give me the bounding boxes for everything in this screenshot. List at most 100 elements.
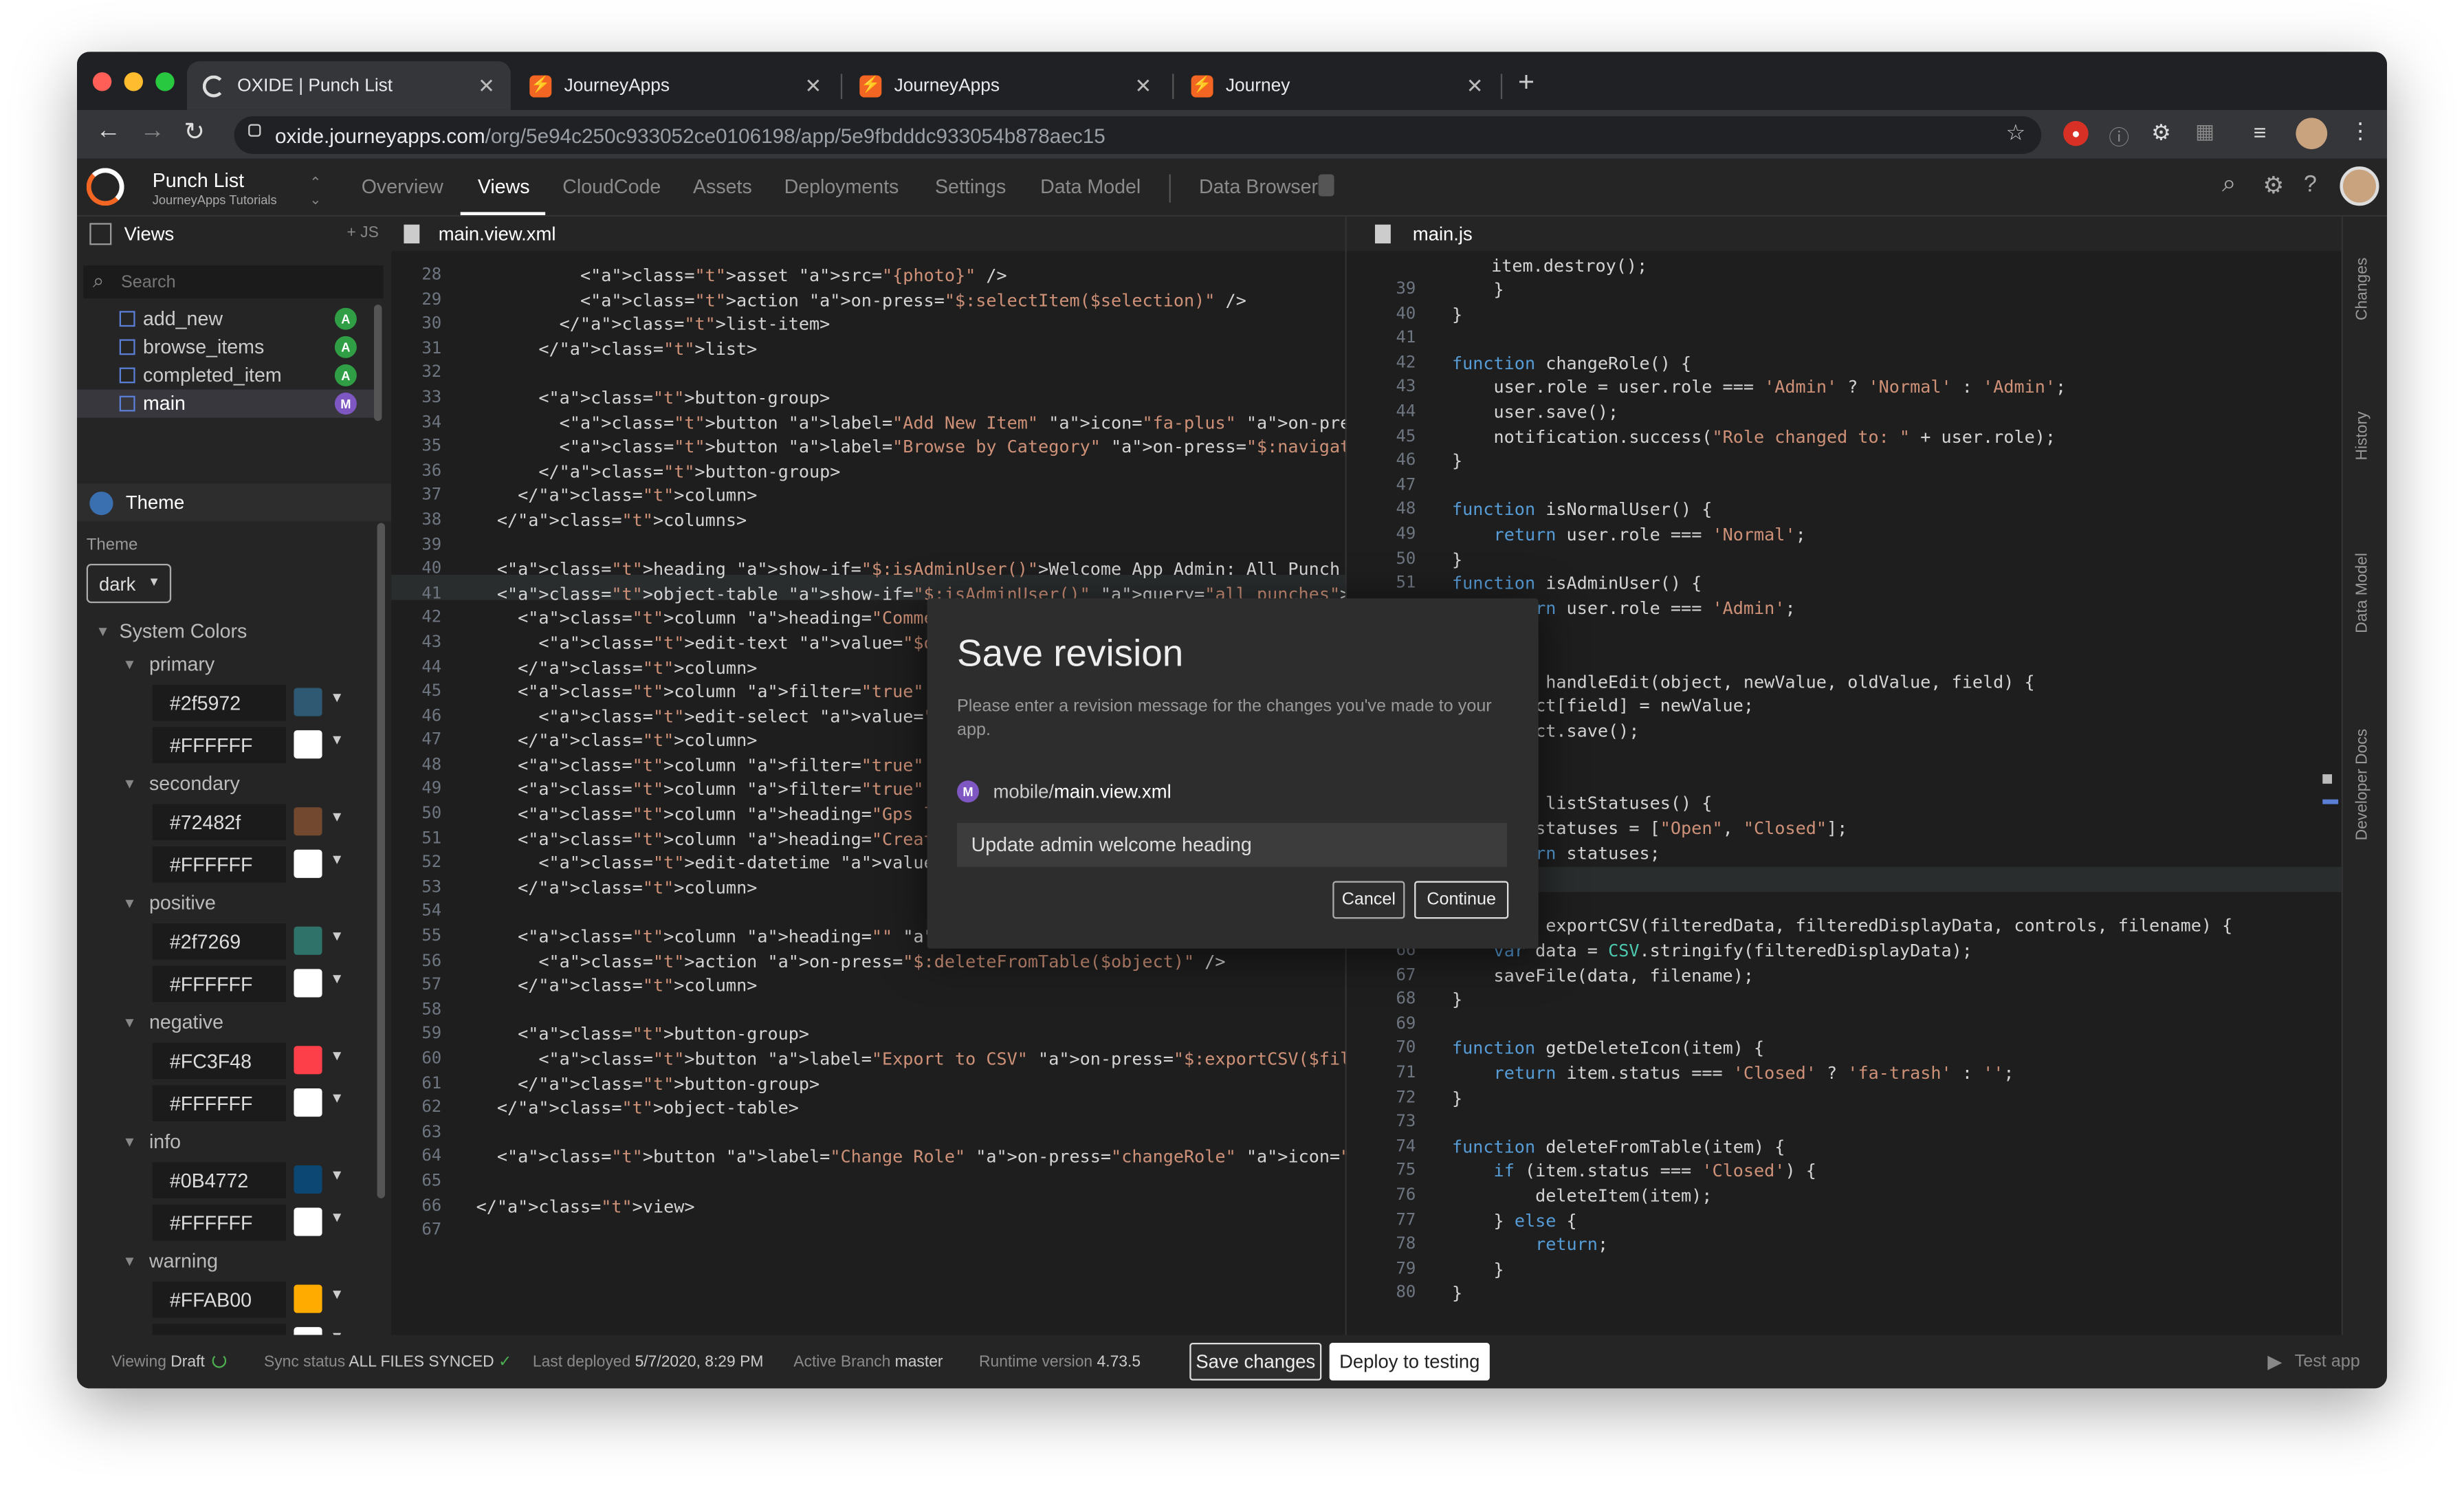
extension-info-icon[interactable]: ⓘ bbox=[2109, 121, 2129, 151]
help-icon[interactable]: ? bbox=[2304, 171, 2317, 198]
views-search-input[interactable]: ⌕ Search bbox=[83, 265, 384, 298]
view-item-main[interactable]: main M bbox=[76, 389, 376, 418]
chevron-down-icon[interactable]: ▼ bbox=[330, 1209, 344, 1225]
changes-panel-toggle[interactable]: Changes bbox=[2354, 258, 2371, 320]
color-hex-field[interactable]: #2f7269 bbox=[152, 923, 286, 960]
color-swatch[interactable] bbox=[294, 969, 322, 998]
nav-views[interactable]: Views bbox=[478, 176, 530, 198]
minimize-window-button[interactable] bbox=[124, 72, 143, 91]
deploy-to-testing-button[interactable]: Deploy to testing bbox=[1329, 1342, 1490, 1381]
app-switcher-chevron-icon[interactable]: ⌃ ⌄ bbox=[309, 175, 321, 209]
color-hex-field[interactable]: #FFAB00 bbox=[152, 1281, 286, 1318]
revision-message-input[interactable]: Update admin welcome heading bbox=[956, 822, 1507, 867]
view-item-completed-item[interactable]: completed_item A bbox=[77, 361, 375, 389]
nav-deployments[interactable]: Deployments bbox=[784, 176, 899, 198]
user-avatar[interactable] bbox=[2340, 166, 2379, 206]
chevron-down-icon[interactable]: ▼ bbox=[330, 971, 344, 987]
theme-section-header[interactable]: Theme bbox=[76, 483, 392, 522]
media-queue-icon[interactable]: ≡ bbox=[2254, 120, 2267, 145]
nav-settings[interactable]: Settings bbox=[935, 176, 1006, 198]
color-hex-field[interactable]: #FFFFFF bbox=[152, 1204, 286, 1241]
browser-tab-journeyapps-1[interactable]: ⚡ JourneyApps ✕ bbox=[514, 61, 837, 110]
close-tab-icon[interactable]: ✕ bbox=[1466, 73, 1484, 98]
color-group-info[interactable]: ▼ info bbox=[77, 1124, 369, 1159]
cancel-button[interactable]: Cancel bbox=[1332, 881, 1405, 919]
chevron-down-icon[interactable]: ▼ bbox=[330, 732, 344, 747]
save-changes-button[interactable]: Save changes bbox=[1189, 1342, 1322, 1381]
back-arrow-icon[interactable]: ← bbox=[96, 118, 121, 146]
chevron-down-icon[interactable]: ▼ bbox=[330, 1286, 344, 1302]
nav-data-browser[interactable]: Data Browser bbox=[1199, 176, 1318, 198]
close-tab-icon[interactable]: ✕ bbox=[1134, 73, 1152, 98]
close-tab-icon[interactable]: ✕ bbox=[804, 73, 822, 98]
color-group-negative[interactable]: ▼ negative bbox=[77, 1005, 369, 1040]
color-hex-field[interactable]: #0B4772 bbox=[152, 1162, 286, 1198]
nav-overview[interactable]: Overview bbox=[362, 176, 443, 198]
browser-menu-icon[interactable]: ⋮ bbox=[2349, 118, 2371, 144]
history-panel-toggle[interactable]: History bbox=[2354, 411, 2371, 460]
color-hex-field[interactable]: #FFFFFF bbox=[152, 846, 286, 883]
chevron-down-icon[interactable]: ▼ bbox=[330, 690, 344, 705]
viewing-status[interactable]: Viewing Draft bbox=[111, 1353, 227, 1371]
color-hex-field[interactable]: #2f5972 bbox=[152, 684, 286, 721]
nav-data-model[interactable]: Data Model bbox=[1040, 176, 1141, 198]
views-section-header[interactable]: Views + JS bbox=[77, 217, 391, 251]
nav-assets[interactable]: Assets bbox=[693, 176, 752, 198]
chevron-down-icon[interactable]: ▼ bbox=[330, 1048, 344, 1064]
color-swatch[interactable] bbox=[294, 926, 322, 955]
view-item-browse-items[interactable]: browse_items A bbox=[77, 333, 375, 361]
color-group-warning[interactable]: ▼ warning bbox=[77, 1244, 369, 1278]
color-swatch[interactable] bbox=[294, 1088, 322, 1117]
address-bar[interactable]: oxide.journeyapps.com/org/5e94c250c93305… bbox=[234, 116, 2042, 154]
color-group-primary[interactable]: ▼ primary bbox=[77, 647, 369, 681]
color-swatch[interactable] bbox=[294, 1284, 322, 1313]
theme-select[interactable]: dark ▼ bbox=[86, 564, 172, 604]
continue-button[interactable]: Continue bbox=[1414, 881, 1509, 919]
close-tab-icon[interactable]: ✕ bbox=[478, 73, 495, 98]
browser-tab-journeyapps-2[interactable]: ⚡ JourneyApps ✕ bbox=[844, 61, 1167, 110]
color-hex-field[interactable]: #FFFFFF bbox=[152, 965, 286, 1002]
browser-tab-oxide[interactable]: OXIDE | Punch List ✕ bbox=[186, 61, 511, 110]
color-hex-field[interactable]: #72482f bbox=[152, 804, 286, 841]
color-hex-field[interactable]: #FFFFFF bbox=[152, 727, 286, 764]
editor-tab-main-view-xml[interactable]: main.view.xml bbox=[391, 217, 1347, 252]
chevron-down-icon[interactable]: ▼ bbox=[330, 1167, 344, 1183]
profile-avatar[interactable] bbox=[2296, 118, 2328, 149]
view-item-add-new[interactable]: add_new A bbox=[77, 305, 375, 333]
color-swatch[interactable] bbox=[294, 730, 322, 759]
theme-scrollbar[interactable] bbox=[377, 523, 385, 1198]
color-hex-field[interactable]: #FFFFFF bbox=[152, 1085, 286, 1121]
color-swatch[interactable] bbox=[294, 688, 322, 716]
chevron-down-icon[interactable]: ▼ bbox=[330, 928, 344, 944]
browser-tab-journey[interactable]: ⚡ Journey ✕ bbox=[1176, 61, 1499, 110]
bookmark-star-icon[interactable]: ☆ bbox=[2006, 120, 2026, 146]
editor-tab-main-js[interactable]: main.js bbox=[1346, 217, 2342, 252]
js-code[interactable]: } } function changeRole() { user.role = … bbox=[1452, 278, 2232, 1306]
developer-docs-panel-toggle[interactable]: Developer Docs bbox=[2354, 729, 2371, 841]
data-model-panel-toggle[interactable]: Data Model bbox=[2354, 553, 2371, 633]
search-icon[interactable]: ⌕ bbox=[2222, 171, 2236, 199]
views-scrollbar[interactable] bbox=[373, 305, 382, 421]
maximize-window-button[interactable] bbox=[155, 72, 175, 91]
color-swatch[interactable] bbox=[294, 1327, 322, 1335]
forward-arrow-icon[interactable]: → bbox=[140, 118, 165, 146]
color-swatch[interactable] bbox=[294, 849, 322, 878]
chevron-down-icon[interactable]: ▼ bbox=[330, 1328, 344, 1335]
color-swatch[interactable] bbox=[294, 1046, 322, 1075]
chevron-down-icon[interactable]: ▼ bbox=[330, 809, 344, 824]
chevron-down-icon[interactable]: ▼ bbox=[330, 851, 344, 867]
add-view-button[interactable]: + JS bbox=[346, 225, 378, 242]
extension-adblock-icon[interactable]: ● bbox=[2063, 120, 2089, 146]
color-group-positive[interactable]: ▼ positive bbox=[77, 886, 369, 920]
chevron-down-icon[interactable]: ▼ bbox=[330, 1090, 344, 1106]
color-hex-field[interactable]: #FFFFFF bbox=[152, 1324, 286, 1335]
color-hex-field[interactable]: #FC3F48 bbox=[152, 1042, 286, 1079]
color-group-secondary[interactable]: ▼ secondary bbox=[77, 767, 369, 801]
reload-icon[interactable]: ↻ bbox=[184, 116, 205, 148]
color-swatch[interactable] bbox=[294, 1165, 322, 1194]
close-window-button[interactable] bbox=[92, 72, 112, 91]
settings-gear-icon[interactable]: ⚙ bbox=[2263, 171, 2284, 199]
nav-cloudcode[interactable]: CloudCode bbox=[562, 176, 661, 198]
color-swatch[interactable] bbox=[294, 1207, 322, 1236]
color-swatch[interactable] bbox=[294, 807, 322, 836]
